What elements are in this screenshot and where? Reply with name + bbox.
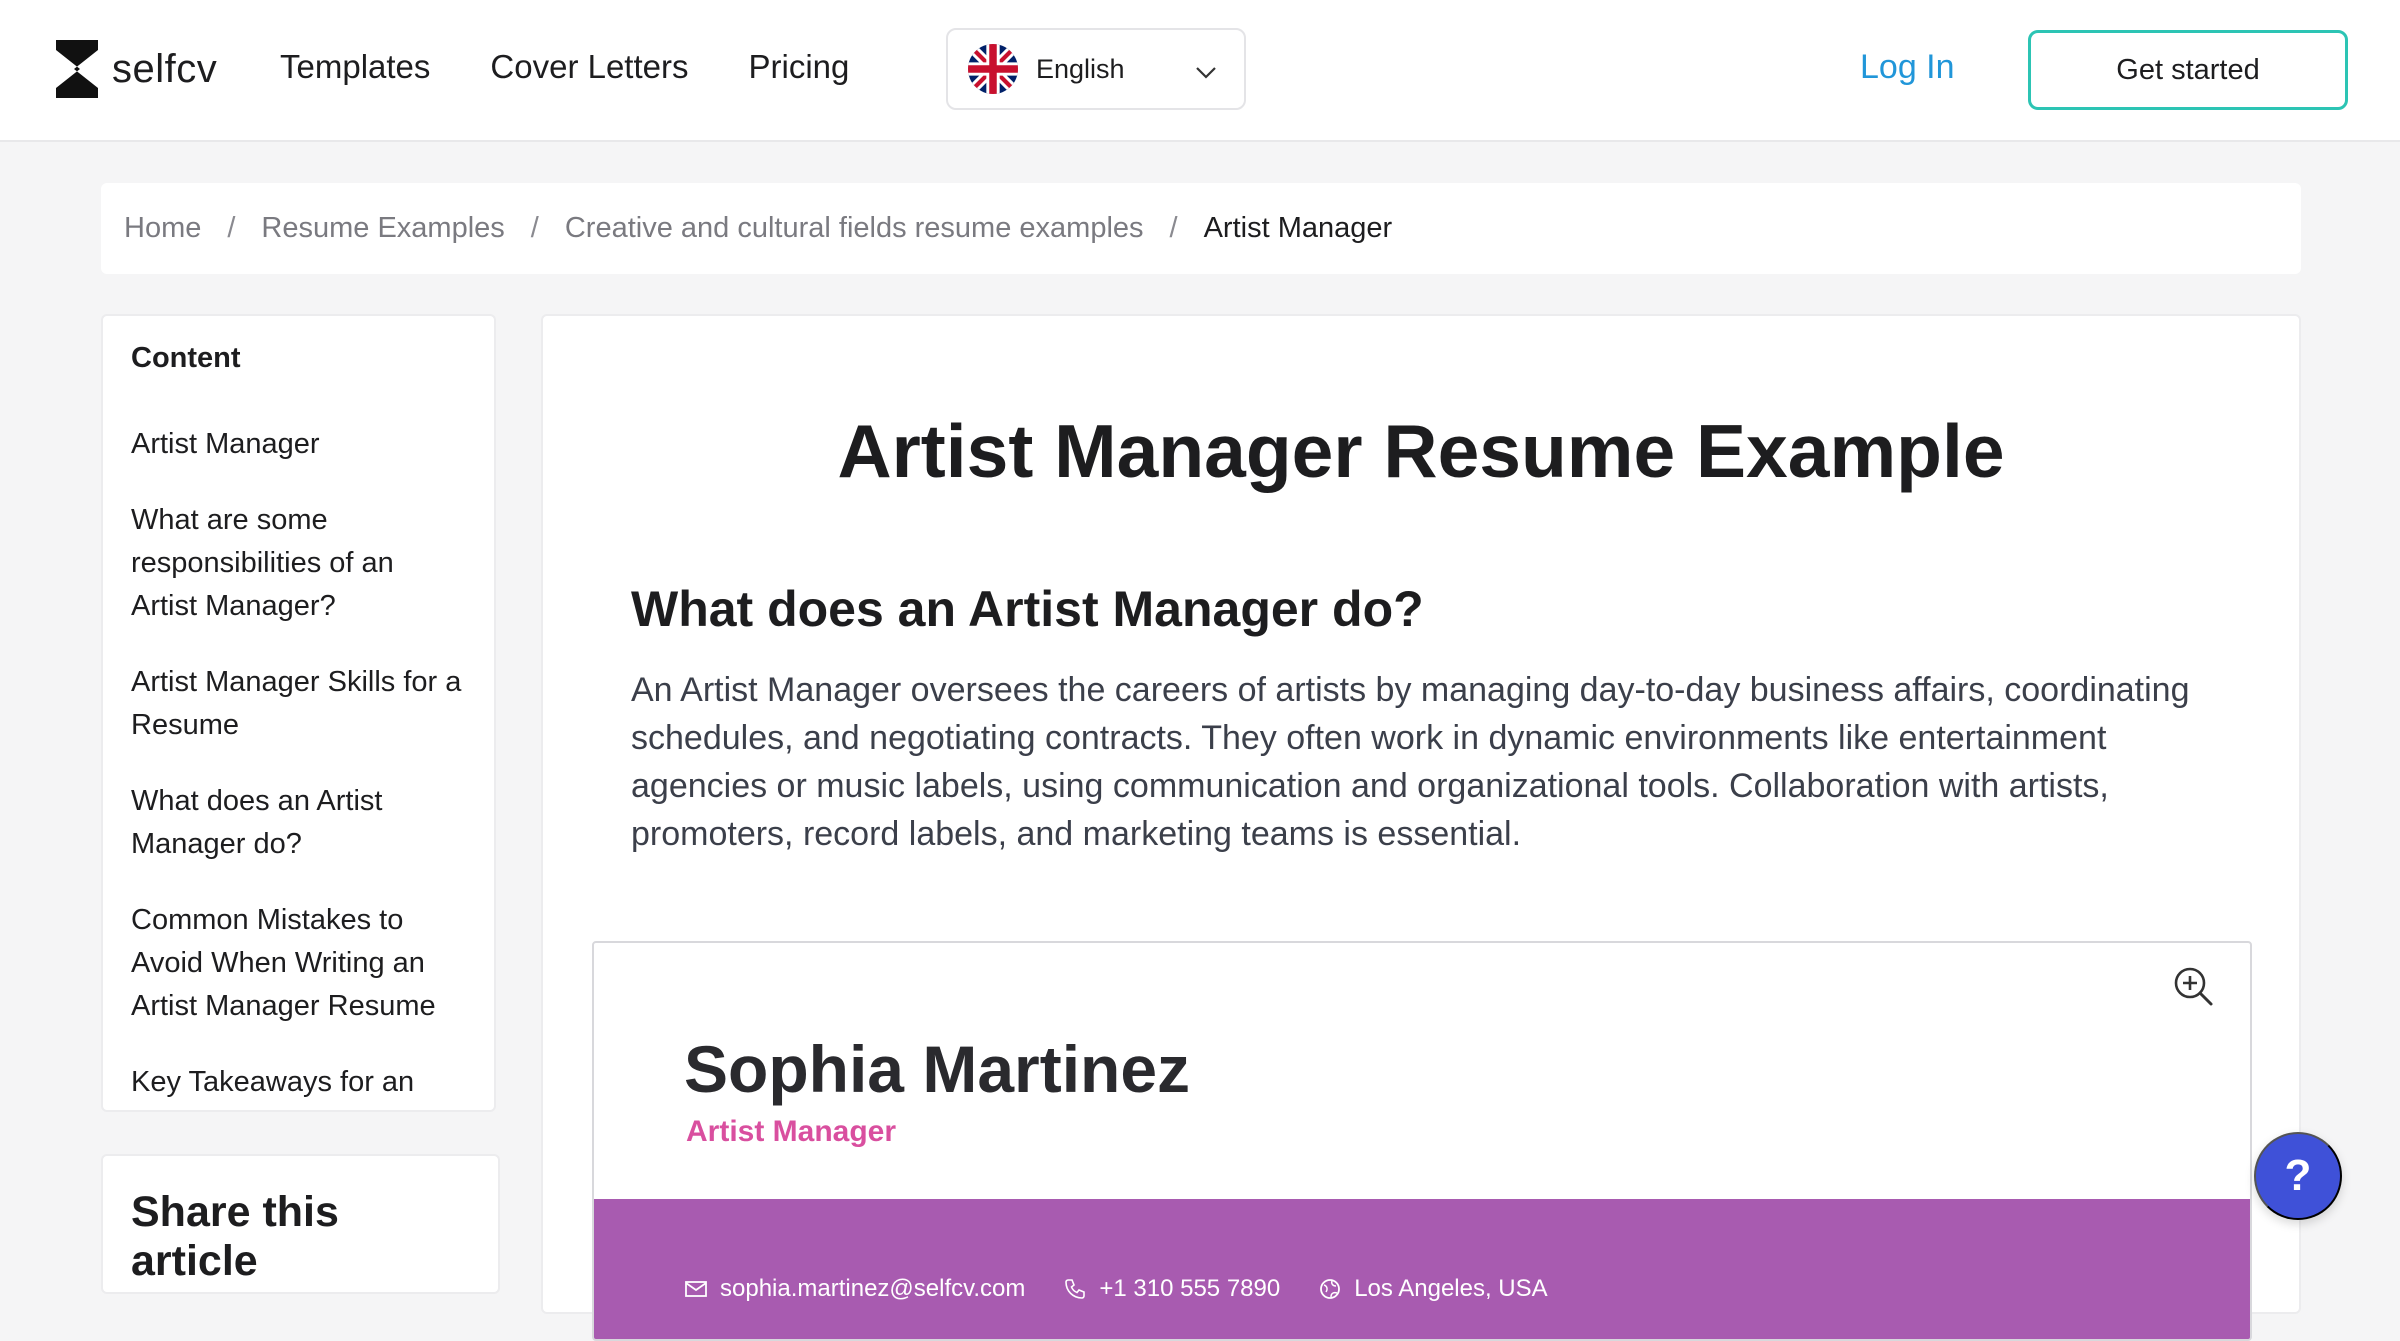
breadcrumb-resume-examples[interactable]: Resume Examples	[261, 212, 504, 245]
toc-item-artist-manager[interactable]: Artist Manager	[131, 423, 466, 466]
resume-contact-bar: sophia.martinez@selfcv.com +1 310 555 78…	[594, 1199, 2250, 1339]
toc-item-what-does[interactable]: What does an Artist Manager do?	[131, 780, 431, 866]
get-started-button[interactable]: Get started	[2028, 30, 2348, 110]
help-button[interactable]: ?	[2254, 1132, 2342, 1220]
resume-preview[interactable]: Sophia Martinez Artist Manager sophia.ma…	[592, 941, 2252, 1341]
resume-location: Los Angeles, USA	[1318, 1229, 1548, 1339]
breadcrumb-category[interactable]: Creative and cultural fields resume exam…	[565, 212, 1144, 245]
nav-pricing[interactable]: Pricing	[749, 48, 850, 86]
section-body: An Artist Manager oversees the careers o…	[631, 671, 2190, 853]
logo-text: selfcv	[112, 46, 218, 91]
zoom-in-icon[interactable]	[2172, 965, 2214, 1007]
table-of-contents: Content Artist Manager What are some res…	[101, 314, 496, 1112]
breadcrumb-separator: /	[1169, 212, 1178, 244]
mail-icon	[685, 1281, 707, 1297]
page-title: Artist Manager Resume Example	[837, 409, 2005, 493]
resume-phone-text: +1 310 555 7890	[1099, 1275, 1281, 1302]
selfcv-logo-icon	[56, 40, 98, 98]
uk-flag-icon	[968, 44, 1018, 94]
logo[interactable]: selfcv	[52, 40, 217, 98]
toc-item-key-takeaways[interactable]: Key Takeaways for an	[131, 1061, 466, 1104]
nav-templates[interactable]: Templates	[280, 48, 430, 86]
breadcrumb-current: Artist Manager	[1203, 212, 1393, 244]
share-panel: Share this article	[101, 1154, 500, 1294]
resume-name: Sophia Martinez	[684, 1032, 1191, 1106]
breadcrumb-separator: /	[227, 212, 236, 244]
language-label: English	[1036, 53, 1125, 84]
resume-location-text: Los Angeles, USA	[1354, 1275, 1548, 1302]
toc-title: Content	[131, 342, 241, 374]
site-header: selfcv Templates Cover Letters Pricing E…	[0, 0, 2400, 142]
language-select[interactable]: English	[946, 28, 1246, 110]
phone-icon	[1065, 1279, 1086, 1299]
main-nav: Templates Cover Letters Pricing	[280, 48, 849, 86]
article: Artist Manager Resume Example What does …	[541, 314, 2301, 1341]
breadcrumb-home[interactable]: Home	[124, 212, 201, 245]
globe-icon	[1320, 1279, 1341, 1299]
toc-item-responsibilities[interactable]: What are some responsibilities of an Art…	[131, 499, 431, 628]
nav-cover-letters[interactable]: Cover Letters	[490, 48, 688, 86]
resume-role: Artist Manager	[686, 1115, 897, 1148]
resume-phone: +1 310 555 7890	[1063, 1229, 1281, 1339]
toc-item-skills[interactable]: Artist Manager Skills for a Resume	[131, 661, 471, 747]
share-title: Share this article	[131, 1188, 339, 1285]
breadcrumb: Home / Resume Examples / Creative and cu…	[101, 183, 2301, 274]
chevron-down-icon	[1196, 67, 1216, 79]
breadcrumb-separator: /	[530, 212, 539, 244]
resume-email: sophia.martinez@selfcv.com	[684, 1229, 1026, 1339]
login-link[interactable]: Log In	[1860, 48, 1955, 87]
resume-email-text: sophia.martinez@selfcv.com	[720, 1275, 1026, 1302]
section-heading: What does an Artist Manager do?	[631, 581, 1424, 637]
toc-item-common-mistakes[interactable]: Common Mistakes to Avoid When Writing an…	[131, 899, 471, 1028]
